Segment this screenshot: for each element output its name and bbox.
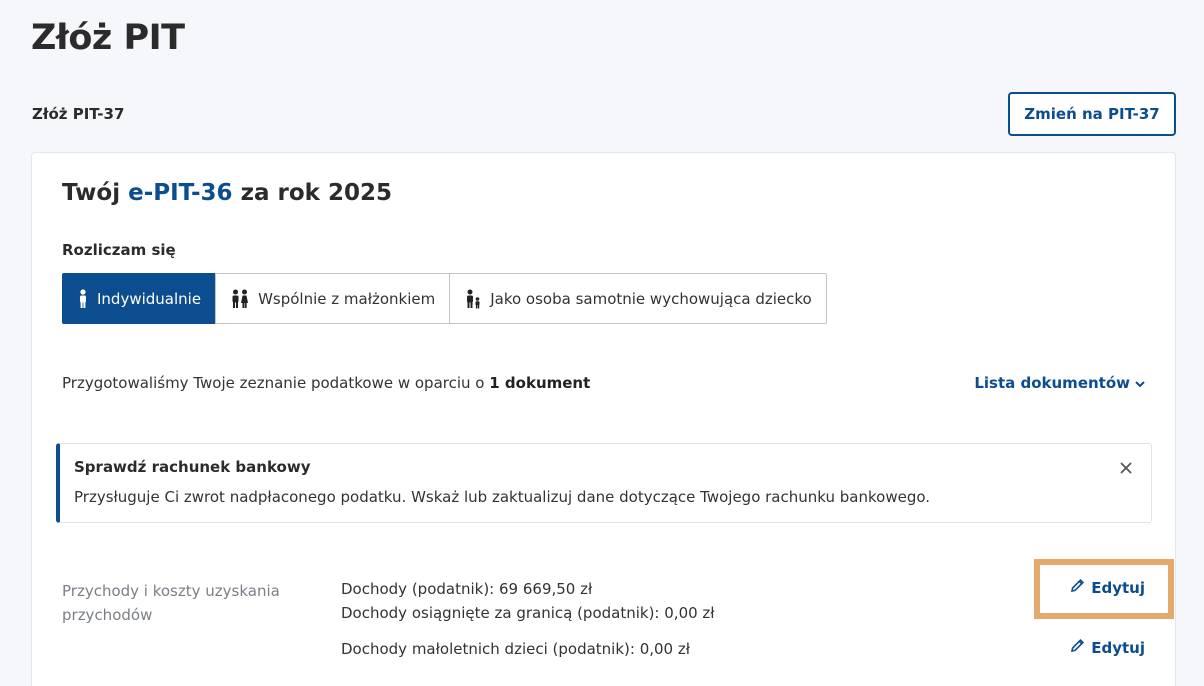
- title-epit: e-PIT-: [128, 180, 201, 206]
- option-label: Jako osoba samotnie wychowująca dziecko: [490, 289, 812, 308]
- option-individual[interactable]: Indywidualnie: [62, 273, 217, 324]
- alert-title: Sprawdź rachunek bankowy: [74, 458, 311, 476]
- card-title: Twój e-PIT-36 za rok 2025: [62, 180, 392, 206]
- title-suffix: za rok 2025: [240, 180, 392, 206]
- prepared-text: Przygotowaliśmy Twoje zeznanie podatkowe…: [62, 374, 485, 392]
- prepared-info: Przygotowaliśmy Twoje zeznanie podatkowe…: [62, 374, 590, 392]
- settlement-type-selector: Indywidualnie Wspólnie z małżonkiem Jako…: [62, 273, 827, 324]
- edit-label: Edytuj: [1091, 638, 1145, 657]
- edit-income-button[interactable]: Edytuj: [1070, 578, 1145, 597]
- income-section-label: Przychody i koszty uzyskania przychodów: [62, 582, 280, 624]
- pencil-icon: [1070, 578, 1085, 597]
- couple-icon: [230, 289, 250, 309]
- alert-text: Przysługuje Ci zwrot nadpłaconego podatk…: [74, 488, 931, 506]
- prepared-count: 1 dokument: [489, 374, 591, 392]
- edit-label: Edytuj: [1091, 578, 1145, 597]
- title-number: 36: [200, 180, 233, 206]
- close-icon[interactable]: [1119, 460, 1135, 476]
- parent-child-icon: [464, 289, 482, 309]
- edit-minor-income-button[interactable]: Edytuj: [1070, 638, 1145, 657]
- income-row: Dochody osiągnięte za granicą (podatnik)…: [341, 604, 715, 622]
- document-list-toggle[interactable]: Lista dokumentów: [974, 374, 1145, 392]
- option-label: Wspólnie z małżonkiem: [258, 289, 436, 308]
- page-title: Złóż PIT: [31, 18, 185, 58]
- switch-form-button[interactable]: Zmień na PIT-37: [1008, 92, 1176, 136]
- person-icon: [77, 288, 89, 309]
- pencil-icon: [1070, 638, 1085, 657]
- chevron-down-icon: [1135, 374, 1145, 392]
- option-single-parent[interactable]: Jako osoba samotnie wychowująca dziecko: [449, 273, 827, 324]
- bank-account-alert: Sprawdź rachunek bankowy Przysługuje Ci …: [56, 443, 1152, 523]
- option-joint-spouse[interactable]: Wspólnie z małżonkiem: [215, 273, 451, 324]
- income-row: Dochody małoletnich dzieci (podatnik): 0…: [341, 640, 690, 658]
- document-list-label: Lista dokumentów: [974, 374, 1130, 392]
- title-prefix: Twój: [62, 180, 121, 206]
- settle-label: Rozliczam się: [62, 241, 176, 259]
- page: Złóż PIT Złóż PIT-37 Zmień na PIT-37 Twó…: [0, 0, 1204, 686]
- epit-card: Twój e-PIT-36 za rok 2025 Rozliczam się …: [31, 152, 1176, 686]
- option-label: Indywidualnie: [97, 289, 202, 308]
- form-subtitle: Złóż PIT-37: [32, 105, 125, 123]
- income-row: Dochody (podatnik): 69 669,50 zł: [341, 580, 593, 598]
